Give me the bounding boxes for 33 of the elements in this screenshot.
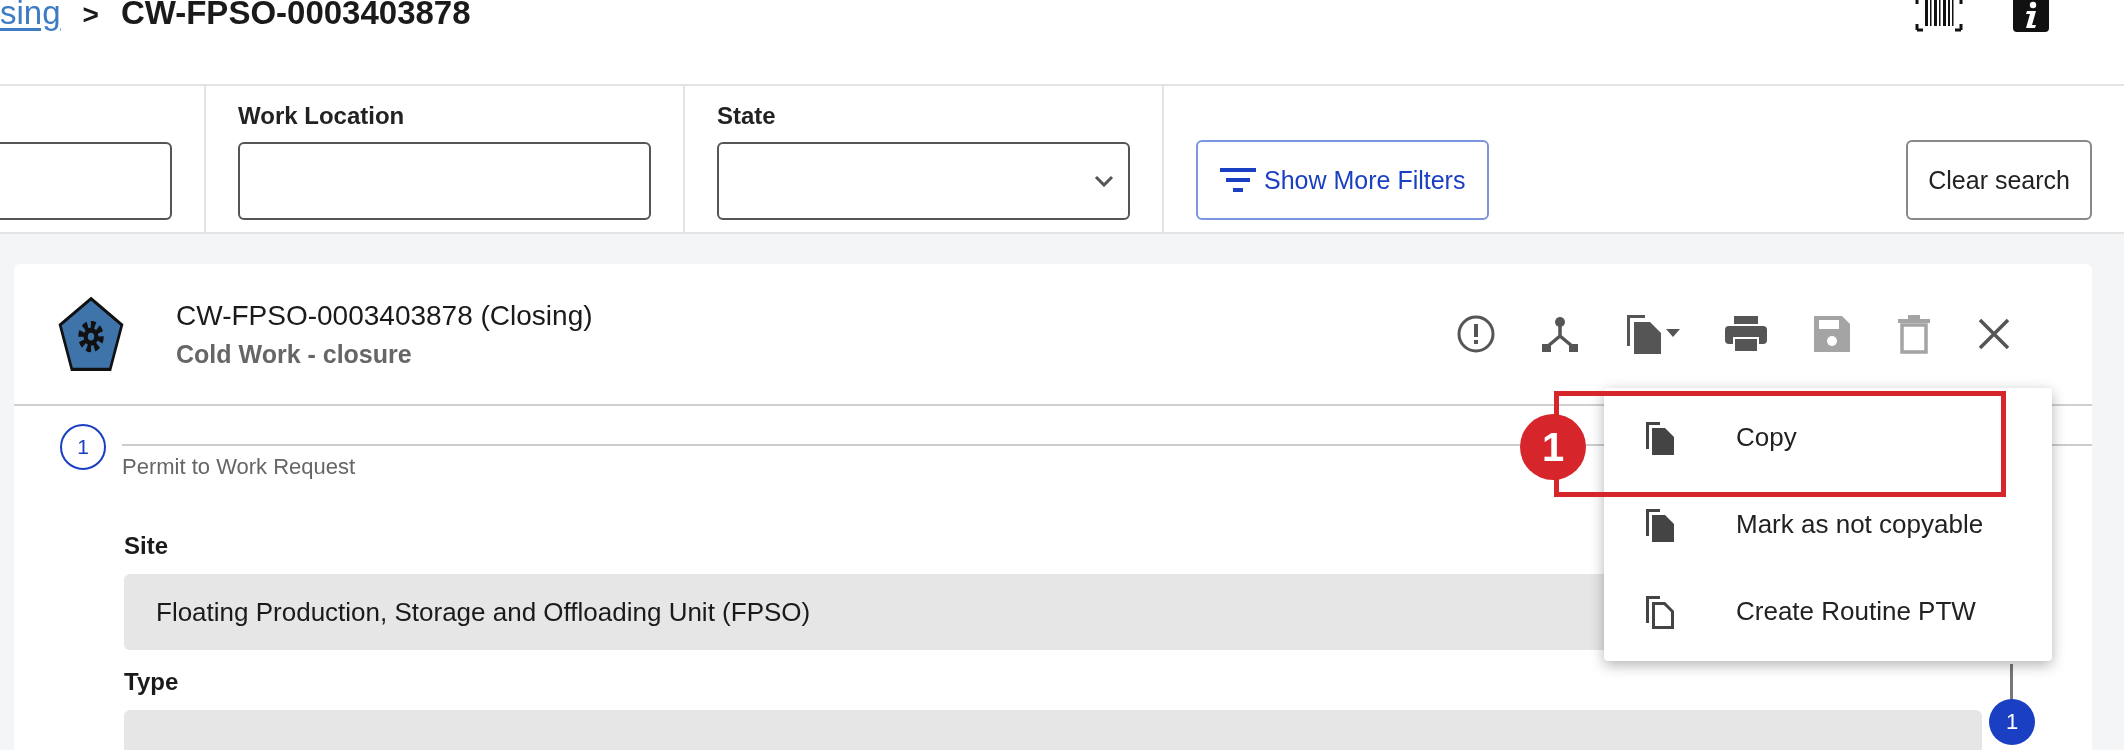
record-title: CW-FPSO-0003403878 (Closing) xyxy=(176,299,594,332)
close-icon[interactable] xyxy=(1976,316,2012,352)
filter-input[interactable] xyxy=(238,142,651,220)
clear-search-button[interactable]: Clear search xyxy=(1906,140,2092,220)
field-label: Type xyxy=(124,668,179,696)
copy-dropdown-icon[interactable] xyxy=(1624,312,1680,356)
gear-pentagon-icon xyxy=(58,296,124,372)
menu-item[interactable]: Mark as not copyable xyxy=(1604,481,2052,568)
copy-outline-icon xyxy=(1644,593,1676,630)
callout-number: 1 xyxy=(1520,414,1586,480)
alert-icon[interactable] xyxy=(1456,314,1496,354)
printer-icon[interactable] xyxy=(1724,314,1768,354)
show-more-filters-button[interactable]: Show More Filters xyxy=(1196,140,1490,220)
field-label: Site xyxy=(124,532,168,560)
barcode-scan-icon[interactable] xyxy=(1915,0,1963,32)
filter-icon xyxy=(1220,167,1256,193)
info-icon[interactable] xyxy=(2013,0,2049,32)
step-label: Permit to Work Request xyxy=(122,454,357,480)
menu-item[interactable]: Copy xyxy=(1604,394,2052,481)
breadcrumb-link[interactable]: sing xyxy=(0,0,61,30)
chevron-down-icon xyxy=(1094,175,1114,187)
branch-icon[interactable] xyxy=(1540,314,1580,354)
filter-label: Work Location xyxy=(238,102,406,130)
copy-icon xyxy=(1644,506,1676,543)
breadcrumb-current: CW-FPSO-0003403878 xyxy=(120,0,471,30)
step-number: 1 xyxy=(1989,699,2035,745)
filter-input[interactable] xyxy=(0,142,172,220)
record-subtitle: Cold Work - closure xyxy=(176,339,413,369)
breadcrumb-separator: > xyxy=(82,0,99,32)
copy-icon xyxy=(1644,419,1676,456)
state-select[interactable] xyxy=(717,142,1130,220)
filter-label: State xyxy=(717,102,777,130)
step-number: 1 xyxy=(60,424,106,470)
